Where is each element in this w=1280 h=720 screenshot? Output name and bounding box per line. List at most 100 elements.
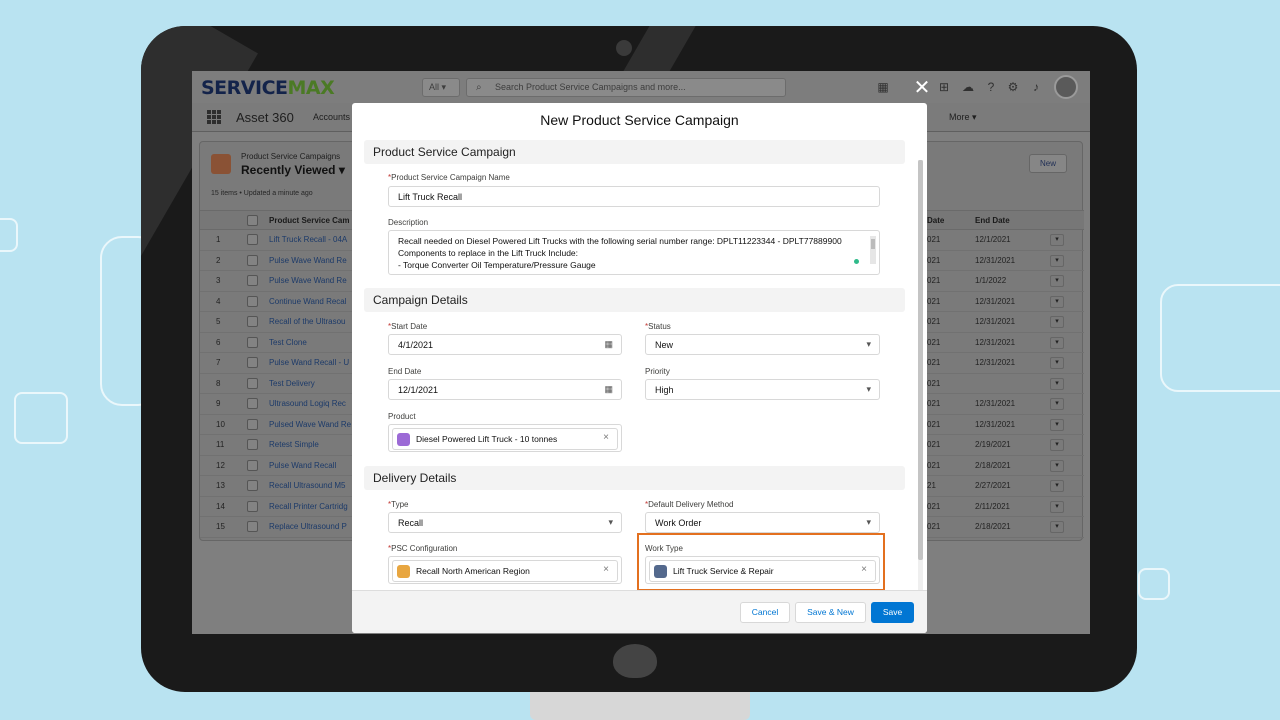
gear-icon[interactable]: ⚙ (1005, 79, 1021, 95)
row-checkbox[interactable] (247, 377, 258, 389)
row-checkbox[interactable] (247, 521, 258, 532)
row-action-menu-icon[interactable]: ▾ (1050, 459, 1064, 472)
modal-scrollbar[interactable] (918, 160, 923, 590)
end-date-cell: 12/31/2021 (975, 255, 1016, 265)
row-checkbox[interactable] (247, 398, 258, 409)
campaign-name-link[interactable]: Ultrasound Logiq Rec (269, 399, 353, 408)
campaign-name-link[interactable]: Recall Ultrasound M5 (269, 481, 353, 490)
calendar-icon[interactable]: ▦ (604, 384, 613, 395)
bell-icon[interactable]: ♪ (1028, 79, 1044, 95)
campaign-name-link[interactable]: Pulse Wave Wand Re (269, 276, 353, 285)
row-checkbox[interactable] (247, 336, 258, 348)
delivery-method-select[interactable]: Work Order ▾ (645, 512, 880, 533)
campaign-name-link[interactable]: Pulse Wand Recall (269, 461, 353, 470)
row-checkbox[interactable] (247, 234, 258, 245)
status-select[interactable]: New ▾ (645, 334, 880, 355)
row-action-menu-icon[interactable]: ▾ (1050, 336, 1064, 349)
help-icon[interactable]: ? (983, 79, 999, 95)
save-button[interactable]: Save (871, 602, 914, 623)
row-action-menu-icon[interactable]: ▾ (1050, 521, 1064, 533)
section-header-campaign-details[interactable]: Campaign Details (364, 288, 905, 312)
campaign-name-link[interactable]: Recall of the Ultrasou (269, 317, 353, 326)
nav-item-accounts[interactable]: Accounts (313, 112, 350, 122)
row-action-menu-icon[interactable]: ▾ (1050, 439, 1064, 451)
campaign-name-link[interactable]: Retest Simple (269, 440, 353, 449)
close-modal-button[interactable]: ✕ (911, 76, 933, 98)
campaign-name-link[interactable]: Test Delivery (269, 379, 353, 388)
row-checkbox[interactable] (247, 357, 258, 368)
name-label: *Product Service Campaign Name (388, 173, 510, 182)
new-campaign-modal: New Product Service Campaign Product Ser… (352, 103, 927, 633)
list-view-selector[interactable]: Recently Viewed ▾ (241, 163, 345, 177)
start-date-input[interactable]: 4/1/2021 ▦ (388, 334, 622, 355)
row-action-menu-icon[interactable]: ▾ (1050, 254, 1064, 267)
row-action-menu-icon[interactable]: ▾ (1050, 275, 1064, 287)
select-all-checkbox[interactable] (247, 215, 258, 226)
column-header-name[interactable]: Product Service Cam (269, 216, 349, 225)
row-action-menu-icon[interactable]: ▾ (1050, 418, 1064, 431)
campaign-name-link[interactable]: Test Clone (269, 338, 353, 347)
app-launcher-icon[interactable] (207, 110, 221, 124)
row-action-menu-icon[interactable]: ▾ (1050, 234, 1064, 246)
start-date-cell: 021 (927, 399, 941, 408)
product-lookup[interactable]: Diesel Powered Lift Truck - 10 tonnes × (388, 424, 622, 452)
psc-config-lookup[interactable]: Recall North American Region × (388, 556, 622, 584)
row-action-menu-icon[interactable]: ▾ (1050, 357, 1064, 369)
start-date-cell: 021 (927, 255, 941, 265)
start-date-cell: 021 (927, 296, 941, 306)
campaign-name-link[interactable]: Continue Wand Recal (269, 297, 353, 306)
row-action-menu-icon[interactable]: ▾ (1050, 500, 1064, 513)
campaign-name-input[interactable]: Lift Truck Recall (388, 186, 880, 207)
favorites-icon[interactable]: ▦ (875, 79, 891, 95)
section-header-delivery-details[interactable]: Delivery Details (364, 466, 905, 490)
campaign-name-link[interactable]: Pulse Wave Wand Re (269, 256, 353, 265)
campaign-name-link[interactable]: Replace Ultrasound P (269, 522, 353, 531)
calendar-icon[interactable]: ▦ (604, 339, 613, 350)
end-date-cell: 2/11/2021 (975, 501, 1010, 511)
cancel-button[interactable]: Cancel (740, 602, 790, 623)
nav-item-more[interactable]: More ▾ (949, 112, 977, 123)
column-header-end-date[interactable]: End Date (975, 216, 1010, 225)
product-pill[interactable]: Diesel Powered Lift Truck - 10 tonnes × (392, 428, 618, 450)
row-checkbox[interactable] (247, 316, 258, 327)
campaign-name-link[interactable]: Recall Printer Cartridg (269, 502, 353, 511)
row-checkbox[interactable] (247, 275, 258, 286)
search-scope-select[interactable]: All ▾ (422, 78, 460, 97)
campaign-name-link[interactable]: Lift Truck Recall - 04A (269, 235, 353, 244)
row-action-menu-icon[interactable]: ▾ (1050, 316, 1064, 328)
end-date-cell: 2/18/2021 (975, 522, 1011, 531)
campaign-name-link[interactable]: Pulse Wand Recall - U (269, 358, 353, 367)
start-date-cell: 021 (927, 440, 941, 449)
row-action-menu-icon[interactable]: ▾ (1050, 295, 1064, 308)
end-date-input[interactable]: 12/1/2021 ▦ (388, 379, 622, 400)
row-checkbox[interactable] (247, 459, 258, 471)
end-date-cell: 2/18/2021 (975, 460, 1011, 470)
row-checkbox[interactable] (247, 418, 258, 430)
remove-icon[interactable]: × (603, 564, 609, 575)
global-search-input[interactable]: ⌕ Search Product Service Campaigns and m… (466, 78, 786, 97)
new-button[interactable]: New (1029, 154, 1067, 173)
row-action-menu-icon[interactable]: ▾ (1050, 398, 1064, 410)
campaign-name-link[interactable]: Pulsed Wave Wand Re (269, 420, 353, 429)
start-date-label: *Start Date (388, 322, 428, 331)
type-select[interactable]: Recall ▾ (388, 512, 622, 533)
add-icon[interactable]: ⊞ (936, 79, 952, 95)
row-checkbox[interactable] (247, 500, 258, 512)
row-checkbox[interactable] (247, 439, 258, 450)
row-checkbox[interactable] (247, 254, 258, 266)
save-and-new-button[interactable]: Save & New (795, 602, 866, 623)
row-action-menu-icon[interactable]: ▾ (1050, 377, 1064, 390)
row-checkbox[interactable] (247, 295, 258, 307)
avatar[interactable] (1054, 75, 1078, 99)
row-action-menu-icon[interactable]: ▾ (1050, 480, 1064, 492)
psc-config-pill[interactable]: Recall North American Region × (392, 560, 618, 582)
section-header-psc[interactable]: Product Service Campaign (364, 140, 905, 164)
row-checkbox[interactable] (247, 480, 258, 491)
priority-select[interactable]: High ▾ (645, 379, 880, 400)
row-number: 2 (216, 255, 221, 265)
remove-icon[interactable]: × (603, 432, 609, 443)
trailhead-icon[interactable]: ☁ (960, 79, 976, 95)
column-header-start-date[interactable]: Date (927, 216, 944, 225)
description-textarea[interactable]: Recall needed on Diesel Powered Lift Tru… (388, 230, 880, 275)
textarea-scrollbar[interactable] (870, 236, 876, 264)
